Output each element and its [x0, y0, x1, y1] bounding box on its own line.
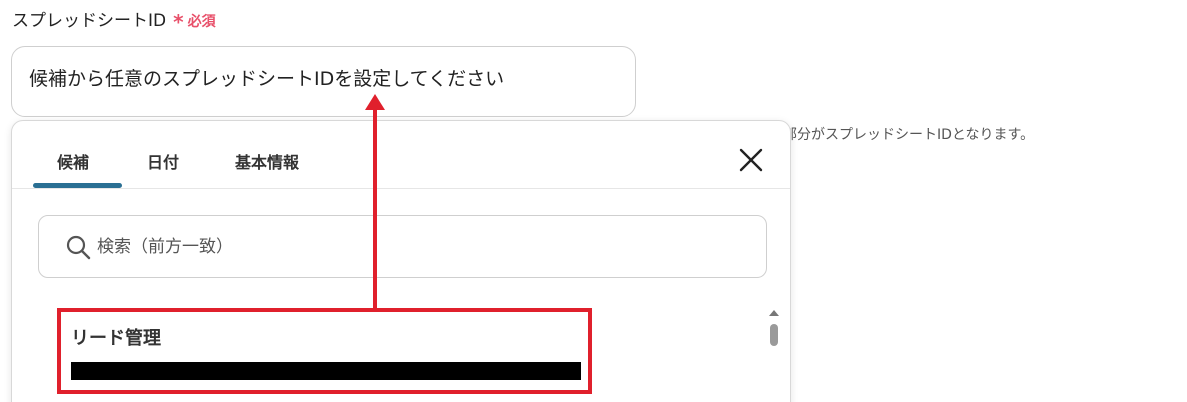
search-icon [66, 235, 91, 259]
list-item[interactable]: リード管理 [57, 308, 592, 394]
tab-date[interactable]: 日付 [147, 149, 179, 173]
scroll-thumb[interactable] [770, 324, 778, 346]
search-box[interactable] [38, 215, 767, 278]
suggestion-popup: 候補 日付 基本情報 リード管理 [11, 120, 791, 402]
close-button[interactable] [738, 147, 764, 173]
spreadsheet-id-placeholder: 候補から任意のスプレッドシートIDを設定してください [29, 68, 505, 90]
hint-text: 部分がスプレッドシートIDとなります。 [783, 127, 1035, 143]
active-tab-indicator [33, 183, 122, 188]
required-badge: 必須 [187, 14, 216, 30]
tab-basic-info[interactable]: 基本情報 [235, 149, 299, 173]
field-label: スプレッドシートID * 必須 [12, 6, 216, 34]
close-icon [739, 148, 763, 172]
required-asterisk: * [173, 10, 184, 34]
redacted-id [71, 362, 581, 380]
tab-candidates[interactable]: 候補 [57, 149, 89, 173]
field-label-text: スプレッドシートID [12, 11, 167, 31]
search-input[interactable] [97, 236, 697, 257]
popup-tabs: 候補 日付 基本情報 [12, 121, 790, 189]
scroll-up-arrow-icon[interactable] [769, 310, 779, 316]
list-item-title: リード管理 [71, 328, 161, 349]
scrollbar[interactable] [767, 307, 781, 377]
spreadsheet-id-input[interactable]: 候補から任意のスプレッドシートIDを設定してください [11, 46, 636, 117]
